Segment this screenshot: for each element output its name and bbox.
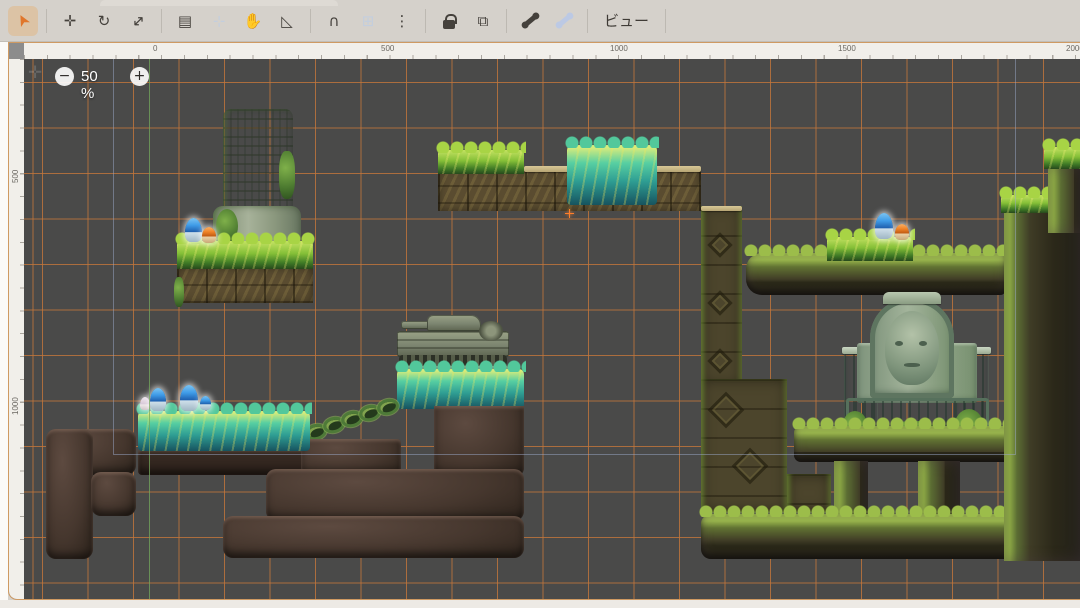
ruler-label: 0 (153, 44, 157, 53)
toolbar-separator (506, 9, 507, 33)
toolbar: ➤ ✛ ↻ ↔ ▤ ⊹ ✋ ◺ ∩ ⊞ ⋮ ⧉ ビュー (0, 0, 1080, 42)
editor-canvas[interactable]: ✛ − 50 % + (24, 59, 1080, 599)
list-select-icon: ▤ (178, 12, 192, 30)
vertical-dots-icon: ⋮ (395, 12, 410, 30)
pan-hand-icon: ✋ (244, 12, 263, 30)
zoom-in-button[interactable]: + (130, 67, 149, 86)
dirt-column[interactable] (46, 429, 93, 559)
pan-tool-button[interactable]: ✋ (238, 6, 268, 36)
toolbar-separator (665, 9, 666, 33)
snap-options-button[interactable]: ⋮ (387, 6, 417, 36)
toolbar-separator (161, 9, 162, 33)
ik-bone-button[interactable] (549, 6, 579, 36)
ik-bone-icon (557, 14, 572, 27)
bone-button[interactable] (515, 6, 545, 36)
zoom-level-label: 50 % (81, 68, 98, 102)
pivot-icon: ⊹ (213, 12, 226, 30)
ruler-triangle-icon: ◺ (281, 12, 293, 30)
dirt-block[interactable] (266, 469, 524, 521)
toolbar-separator (46, 9, 47, 33)
smart-snap-button[interactable]: ∩ (319, 6, 349, 36)
grid-snap-button[interactable]: ⊞ (353, 6, 383, 36)
rotate-icon: ↻ (98, 12, 111, 30)
lock-icon (443, 20, 455, 29)
ruler-label: 2000 (1066, 44, 1080, 53)
view-menu-button[interactable]: ビュー (594, 6, 659, 36)
scale-tool-button[interactable]: ↔ (123, 6, 153, 36)
horizontal-ruler[interactable]: 0 500 1000 1500 2000 (24, 43, 1080, 59)
panel-bottom-border (0, 600, 1080, 608)
selection-bounds (113, 59, 1016, 455)
select-arrow-icon: ➤ (11, 10, 34, 31)
grid-icon: ⊞ (362, 12, 375, 30)
toolbar-separator (310, 9, 311, 33)
pan-hint-icon: ✛ (28, 63, 42, 83)
bottom-floor[interactable] (701, 514, 1014, 559)
move-icon: ✛ (64, 12, 77, 30)
ruler-label: 500 (11, 170, 20, 183)
zoom-out-button[interactable]: − (55, 67, 74, 86)
scale-icon: ↔ (127, 10, 149, 32)
group-icon: ⧉ (478, 12, 489, 30)
ruler-label: 1500 (838, 44, 856, 53)
list-select-tool-button[interactable]: ▤ (170, 6, 200, 36)
ruler-label: 1000 (610, 44, 628, 53)
viewport-2d: 0 500 1000 1500 2000 500 1000 (8, 42, 1080, 600)
ruler-label: 1000 (11, 397, 20, 415)
ledge-grass[interactable] (1044, 147, 1080, 169)
ruler-tool-button[interactable]: ◺ (272, 6, 302, 36)
dirt-block[interactable] (223, 516, 524, 558)
toolbar-separator (425, 9, 426, 33)
group-button[interactable]: ⧉ (468, 6, 498, 36)
upper-right-ledge[interactable] (1048, 167, 1080, 233)
toolbar-separator (587, 9, 588, 33)
magnet-icon: ∩ (329, 12, 340, 30)
dirt-step[interactable] (91, 472, 136, 516)
rotate-tool-button[interactable]: ↻ (89, 6, 119, 36)
ruler-corner-box (9, 43, 24, 59)
select-tool-button[interactable]: ➤ (8, 6, 38, 36)
pivot-tool-button[interactable]: ⊹ (204, 6, 234, 36)
ruler-label: 500 (381, 44, 394, 53)
panel-left-border (0, 42, 8, 600)
lock-button[interactable] (434, 6, 464, 36)
bone-icon (523, 14, 538, 27)
vertical-ruler[interactable]: 500 1000 (9, 59, 24, 599)
move-tool-button[interactable]: ✛ (55, 6, 85, 36)
